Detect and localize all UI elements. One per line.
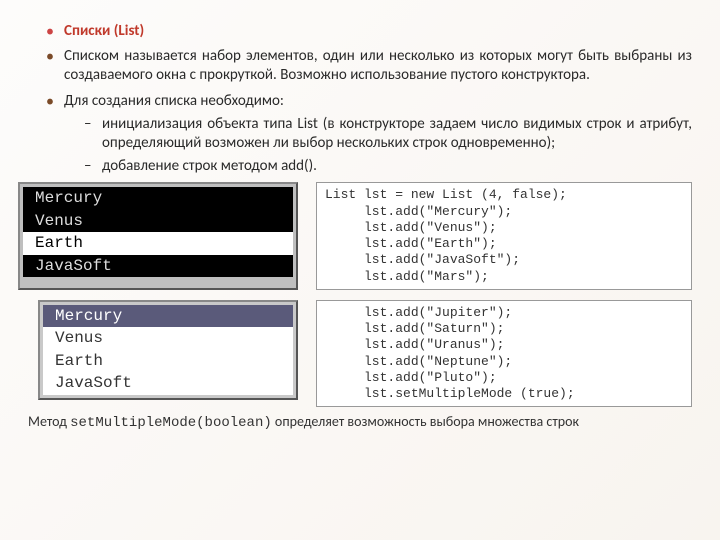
list-item[interactable]: JavaSoft [43, 372, 293, 394]
code-snippet-2: lst.add("Jupiter"); lst.add("Saturn"); l… [316, 300, 692, 408]
listbox-light[interactable]: MercuryVenusEarthJavaSoft [38, 300, 298, 400]
bullet-intro: Для создания списка необходимо: инициали… [46, 92, 692, 177]
code-snippet-1: List lst = new List (4, false); lst.add(… [316, 182, 692, 290]
footnote-code: setMultipleMode(boolean) [70, 415, 272, 431]
listbox-dark[interactable]: MercuryVenusEarthJavaSoft [18, 182, 298, 290]
sub-bullet-1: инициализация объекта типа List (в конст… [84, 115, 692, 153]
example-row-1: MercuryVenusEarthJavaSoft List lst = new… [18, 182, 692, 290]
footnote-prefix: Метод [28, 413, 70, 430]
heading-paren: List) [118, 22, 144, 40]
example-row-2: MercuryVenusEarthJavaSoft lst.add("Jupit… [38, 300, 692, 408]
bullet-heading: Списки (List) [46, 22, 692, 41]
list-item[interactable]: Mercury [43, 305, 293, 327]
footnote-suffix: определяет возможность выбора множества … [272, 413, 579, 430]
list-item[interactable]: Earth [23, 232, 293, 254]
heading-word: Списки ( [64, 22, 118, 40]
footnote: Метод setMultipleMode(boolean) определяе… [28, 413, 692, 433]
list-item[interactable]: Earth [43, 350, 293, 372]
bullet-paragraph: Списком называется набор элементов, один… [46, 47, 692, 85]
bullet-list: Списки (List) Списком называется набор э… [28, 22, 692, 176]
heading-text: Списки (List) [64, 22, 144, 40]
list-item[interactable]: Venus [23, 210, 293, 232]
list-item[interactable]: JavaSoft [23, 255, 293, 277]
sub-bullet-list: инициализация объекта типа List (в конст… [64, 115, 692, 177]
list-item[interactable]: Venus [43, 327, 293, 349]
list-item[interactable]: Mercury [23, 187, 293, 209]
sub-bullet-2: добавление строк методом add(). [84, 157, 692, 176]
bullet-intro-text: Для создания списка необходимо: [64, 92, 284, 110]
